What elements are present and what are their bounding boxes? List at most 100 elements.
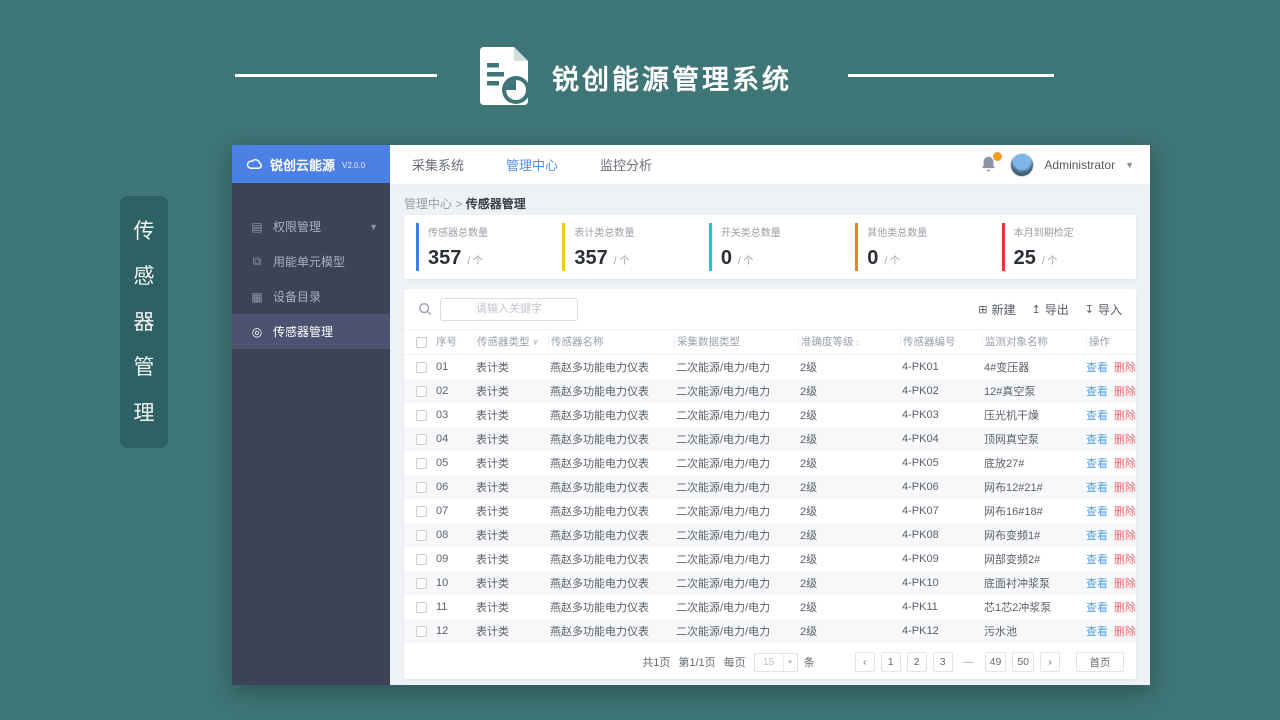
permission-icon: ▤ (251, 219, 263, 234)
delete-link[interactable]: 删除 (1114, 575, 1136, 591)
view-link[interactable]: 查看 (1086, 551, 1108, 567)
sidebar-menu: ▤ 权限管理 ▼ ⧉ 用能单元模型 ▦ 设备目录 ◎ 传感器管理 (232, 183, 390, 349)
per-page-input[interactable] (754, 656, 783, 668)
delete-link[interactable]: 删除 (1114, 431, 1136, 447)
filter-icon[interactable]: ▼ (532, 338, 540, 347)
row-actions: 查看 删除 (1086, 455, 1136, 471)
view-link[interactable]: 查看 (1086, 503, 1108, 519)
app-window: 锐创云能源 V2.0.0 ▤ 权限管理 ▼ ⧉ 用能单元模型 ▦ 设备目录 ◎ 传感器管理 采集… (232, 145, 1150, 685)
select-all-checkbox[interactable] (416, 336, 427, 348)
cell-data_type: 二次能源/电力/电力 (676, 506, 771, 518)
page-button-49[interactable]: 49 (984, 652, 1007, 672)
row-checkbox[interactable] (416, 361, 427, 373)
row-checkbox[interactable] (416, 601, 427, 613)
cell-accuracy: 2级 (800, 554, 818, 566)
stat-unit: / 个 (613, 256, 630, 267)
page-button-50[interactable]: 50 (1012, 652, 1034, 672)
cell-code: 4-PK04 (902, 433, 939, 445)
view-link[interactable]: 查看 (1086, 359, 1108, 375)
delete-link[interactable]: 删除 (1114, 503, 1136, 519)
view-link[interactable]: 查看 (1086, 599, 1108, 615)
header-divider-left (235, 74, 437, 77)
stat-value: 0 (867, 247, 879, 269)
view-link[interactable]: 查看 (1086, 575, 1108, 591)
search-input[interactable] (440, 297, 578, 321)
cell-target: 12#真空泵 (984, 386, 1036, 398)
pagination-bar: 共1页第1/1页每页 ▾ 条 ‹123 — 4950 › 首页 (404, 649, 1124, 675)
user-avatar[interactable] (1010, 152, 1035, 177)
next-page-button[interactable]: › (1040, 652, 1060, 672)
page-button-3[interactable]: 3 (932, 652, 953, 672)
cell-data_type: 二次能源/电力/电力 (676, 578, 771, 590)
breadcrumb-parent[interactable]: 管理中心 (404, 197, 452, 211)
row-checkbox[interactable] (416, 553, 427, 565)
cell-no: 11 (436, 601, 448, 613)
cell-name: 燕赵多功能电力仪表 (550, 386, 649, 398)
view-link[interactable]: 查看 (1086, 383, 1108, 399)
view-link[interactable]: 查看 (1086, 479, 1108, 495)
view-link[interactable]: 查看 (1086, 455, 1108, 471)
view-link[interactable]: 查看 (1086, 623, 1108, 639)
cell-name: 燕赵多功能电力仪表 (550, 482, 649, 494)
delete-link[interactable]: 删除 (1114, 599, 1136, 615)
export-icon: ↥ (1031, 303, 1041, 316)
tab-2[interactable]: 监控分析 (600, 155, 652, 174)
cell-code: 4-PK07 (902, 505, 939, 517)
per-page-stepper-icon[interactable]: ▾ (782, 653, 797, 671)
row-checkbox[interactable] (416, 409, 427, 421)
row-actions: 查看 删除 (1086, 575, 1136, 591)
row-checkbox[interactable] (416, 577, 427, 589)
cell-code: 4-PK09 (902, 553, 939, 565)
view-link[interactable]: 查看 (1086, 407, 1108, 423)
row-checkbox[interactable] (416, 625, 427, 637)
view-link[interactable]: 查看 (1086, 527, 1108, 543)
vertical-label-char: 理 (133, 401, 155, 425)
cell-data_type: 二次能源/电力/电力 (676, 362, 771, 374)
delete-link[interactable]: 删除 (1114, 623, 1136, 639)
first-page-button[interactable]: 首页 (1076, 652, 1124, 672)
row-checkbox[interactable] (416, 505, 427, 517)
page-button-2[interactable]: 2 (906, 652, 927, 672)
stat-color-bar (562, 223, 566, 271)
delete-link[interactable]: 删除 (1114, 407, 1136, 423)
delete-link[interactable]: 删除 (1114, 455, 1136, 471)
delete-link[interactable]: 删除 (1114, 551, 1136, 567)
chevron-down-icon: ▼ (369, 221, 378, 232)
stat-label: 表计类总数量 (574, 228, 635, 239)
row-checkbox[interactable] (416, 529, 427, 541)
delete-link[interactable]: 删除 (1114, 359, 1136, 375)
tab-0[interactable]: 采集系统 (412, 155, 464, 174)
delete-link[interactable]: 删除 (1114, 383, 1136, 399)
tab-1[interactable]: 管理中心 (506, 155, 558, 174)
row-checkbox[interactable] (416, 385, 427, 397)
page-button-1[interactable]: 1 (880, 652, 901, 672)
sensor-management-icon: ◎ (251, 324, 263, 339)
sort-icon[interactable]: ↕ (856, 338, 860, 347)
notification-bell-icon[interactable] (980, 150, 1004, 175)
sidebar-item-label: 传感器管理 (273, 325, 334, 339)
view-link[interactable]: 查看 (1086, 431, 1108, 447)
stat-color-bar (1001, 223, 1005, 271)
search-icon (419, 303, 432, 316)
toolbar-button-2[interactable]: ↧ 导入 (1085, 301, 1122, 318)
sidebar-item-1[interactable]: ⧉ 用能单元模型 (232, 244, 390, 279)
document-pen-logo-icon (480, 47, 530, 105)
stat-label: 其他类总数量 (867, 228, 928, 239)
cell-target: 顶网真空泵 (984, 434, 1039, 446)
sidebar-item-3[interactable]: ◎ 传感器管理 (232, 314, 390, 349)
user-menu-caret-icon[interactable]: ▼ (1125, 160, 1134, 170)
row-checkbox[interactable] (416, 481, 427, 493)
delete-link[interactable]: 删除 (1114, 527, 1136, 543)
toolbar-button-1[interactable]: ↥ 导出 (1032, 301, 1069, 318)
cell-type: 表计类 (476, 410, 509, 422)
cell-code: 4-PK08 (902, 529, 939, 541)
row-checkbox[interactable] (416, 457, 427, 469)
sidebar-item-0[interactable]: ▤ 权限管理 ▼ (232, 209, 390, 244)
delete-link[interactable]: 删除 (1114, 479, 1136, 495)
cell-accuracy: 2级 (800, 434, 818, 446)
prev-page-button[interactable]: ‹ (854, 652, 875, 672)
row-checkbox[interactable] (416, 433, 427, 445)
user-name[interactable]: Administrator (1044, 158, 1115, 172)
sidebar-item-2[interactable]: ▦ 设备目录 (232, 279, 390, 314)
toolbar-button-0[interactable]: ⊞ 新建 (978, 301, 1015, 318)
